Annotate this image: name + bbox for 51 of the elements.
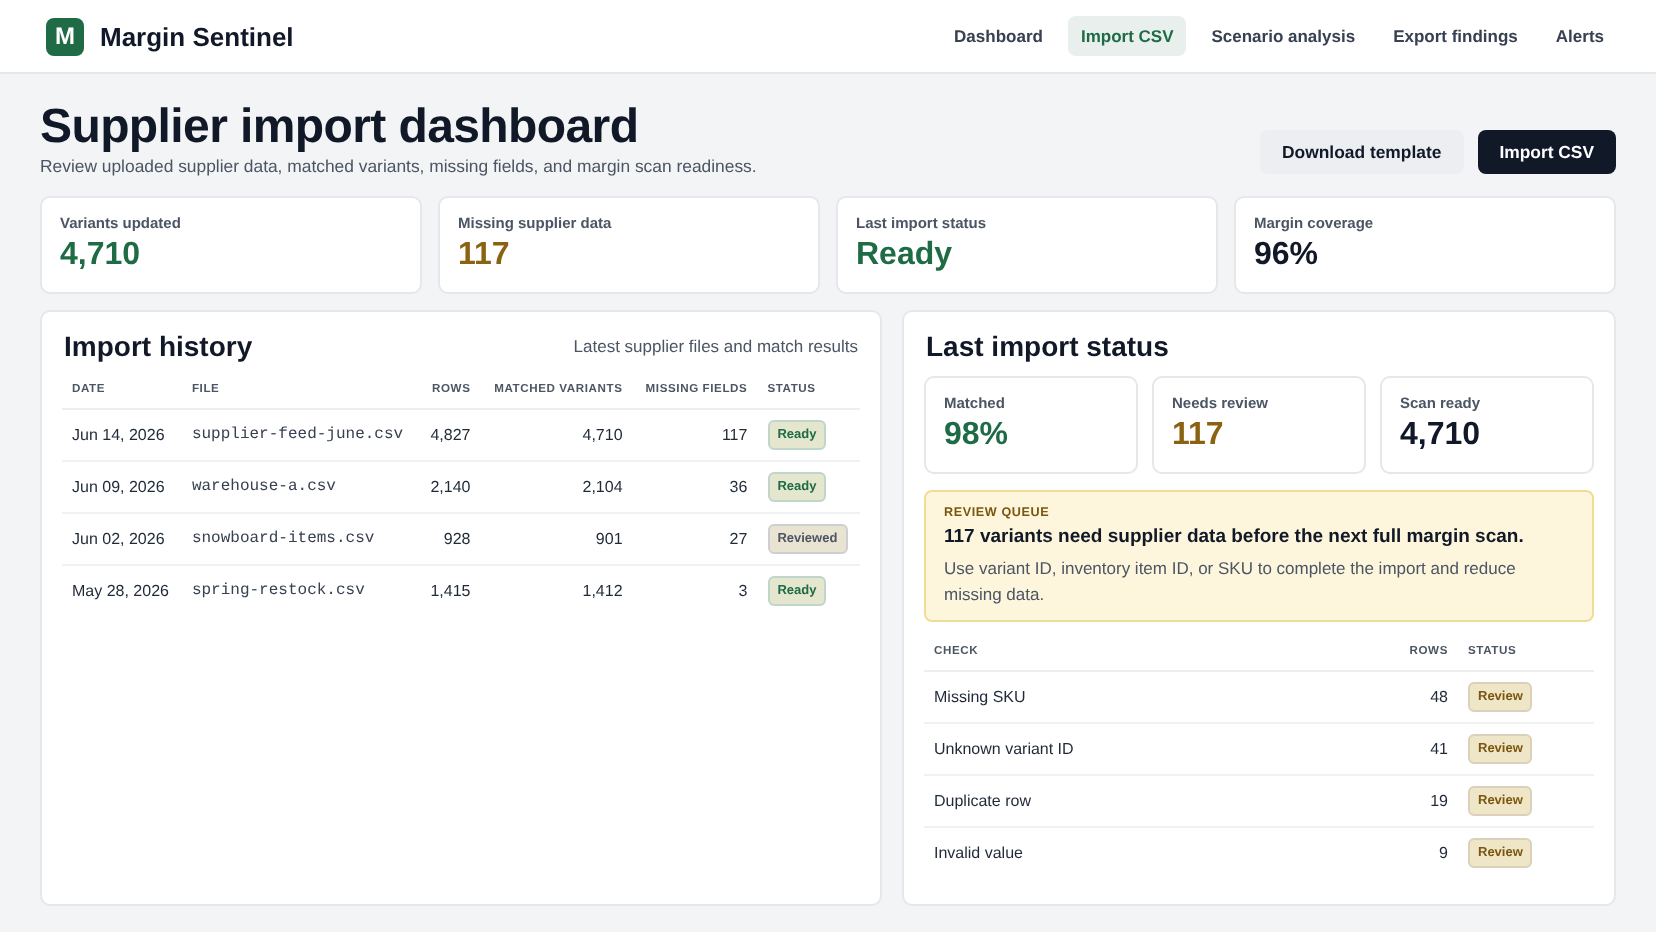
stat-value: 96% bbox=[1254, 236, 1321, 276]
table-cell: 19 bbox=[1314, 775, 1458, 827]
check-cell: Invalid value bbox=[924, 827, 1315, 878]
nav-tab[interactable]: Export findings bbox=[1381, 16, 1530, 56]
nav-tab[interactable]: Alerts bbox=[1543, 16, 1616, 56]
table-cell: 36 bbox=[632, 461, 758, 513]
file-cell: supplier-feed-june.csv bbox=[181, 409, 419, 461]
download-button[interactable]: Download template bbox=[1260, 130, 1464, 174]
date-cell: Jun 09, 2026 bbox=[62, 461, 182, 513]
page-subtitle: Review uploaded supplier data, matched variants, missing fields, and margin scan readiness. bbox=[40, 156, 757, 176]
page-title: Supplier import dashboard bbox=[40, 102, 641, 154]
date-cell: May 28, 2026 bbox=[62, 565, 182, 616]
file-cell: warehouse-a.csv bbox=[181, 461, 419, 513]
stat-value: 4,710 bbox=[1400, 416, 1483, 456]
stat-value: Ready bbox=[856, 236, 955, 276]
panel-title: Last import status bbox=[926, 330, 1169, 362]
table-cell: 1,412 bbox=[480, 565, 633, 616]
table-cell: 27 bbox=[632, 513, 758, 565]
table-cell: 3 bbox=[632, 565, 758, 616]
import-button[interactable]: Import CSV bbox=[1477, 130, 1616, 174]
check-cell: Missing SKU bbox=[924, 671, 1315, 723]
table-cell: 928 bbox=[418, 513, 481, 565]
table-cell: 2,104 bbox=[480, 461, 633, 513]
app-name: Margin Sentinel bbox=[100, 21, 294, 51]
file-cell: snowboard-items.csv bbox=[181, 513, 419, 565]
table-cell: 1,415 bbox=[418, 565, 481, 616]
date-cell: Jun 02, 2026 bbox=[62, 513, 182, 565]
table-cell: 2,140 bbox=[418, 461, 481, 513]
date-cell: Jun 14, 2026 bbox=[62, 409, 182, 461]
nav-tab[interactable]: Scenario analysis bbox=[1199, 16, 1368, 56]
stat-value: 98% bbox=[944, 416, 1011, 456]
stat-value: 4,710 bbox=[60, 236, 143, 276]
file-cell: spring-restock.csv bbox=[181, 565, 419, 616]
table-cell: 41 bbox=[1314, 723, 1458, 775]
panel-title: Import history bbox=[64, 330, 253, 362]
panel-note: Latest supplier files and match results bbox=[573, 336, 858, 356]
check-cell: Duplicate row bbox=[924, 775, 1315, 827]
table-cell: 4,710 bbox=[480, 409, 633, 461]
alert-body: Use variant ID, inventory item ID, or SKU to complete the import and reduce missing data. bbox=[944, 556, 1518, 606]
table-cell: 117 bbox=[632, 409, 758, 461]
nav-tab[interactable]: Import CSV bbox=[1068, 16, 1186, 56]
table-cell: 9 bbox=[1314, 827, 1458, 878]
stat-value: 117 bbox=[1172, 416, 1226, 456]
app-logo: M bbox=[46, 17, 84, 55]
table-cell: 48 bbox=[1314, 671, 1458, 723]
table-cell: 4,827 bbox=[418, 409, 481, 461]
table-cell: 901 bbox=[480, 513, 633, 565]
nav-tab[interactable]: Dashboard bbox=[942, 16, 1055, 56]
check-cell: Unknown variant ID bbox=[924, 723, 1315, 775]
stat-value: 117 bbox=[458, 236, 512, 276]
alert-heading: 117 variants need supplier data before the next full margin scan. bbox=[944, 526, 1526, 548]
